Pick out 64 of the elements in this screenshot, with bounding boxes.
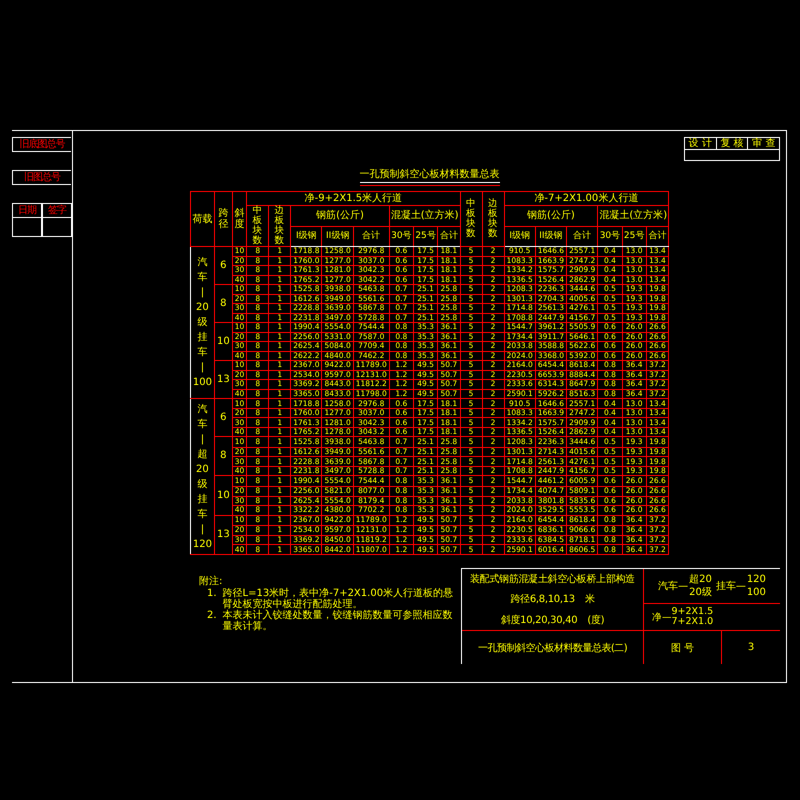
column-header: 钢筋(公斤) (504, 206, 598, 226)
column-header: 跨径 (214, 192, 232, 246)
column-header: 合计 (646, 226, 669, 246)
drawing-title: 一孔预制斜空心板材料数量总表(二) (462, 631, 644, 664)
load-prefix: 汽车— (658, 580, 688, 593)
column-header: II级钢 (535, 226, 567, 246)
load-grade: 100 (746, 586, 766, 599)
load-grade: 20级 (689, 586, 712, 599)
load-class-cell: 汽 车 | 超 20 级 挂 车 | 120 (190, 398, 214, 554)
column-header: 30号 (389, 226, 414, 246)
column-header: 钢筋(公斤) (290, 206, 390, 226)
note-number: 1. (207, 588, 217, 601)
column-header: 净-9+2X1.5米人行道 (246, 192, 460, 206)
column-header: 边板块数 (482, 192, 504, 246)
column-header: II级钢 (322, 226, 354, 246)
stamp-label: 旧图总号 (12, 170, 71, 185)
load-class-cell: 汽 车 | 20 级 挂 车 | 100 (190, 246, 214, 399)
load-prefix: 挂车— (716, 580, 746, 593)
column-header: 中板块数 (246, 206, 269, 246)
column-header: 合计 (566, 226, 598, 246)
drawing-number: 3 (746, 641, 756, 655)
column-header: 25号 (413, 226, 438, 246)
table-cell: 6 (214, 246, 232, 285)
column-header: I级钢 (504, 226, 536, 246)
drawing-number-label: 图 号 (644, 631, 722, 664)
blank-signature-cell (12, 218, 42, 237)
note-text: 本表未计入铰缝处数量，铰缝钢筋数量可参照相应数量表计算。 (222, 610, 454, 632)
skew-list: 斜度10,20,30,40 (500, 612, 578, 627)
table-cell: 10 (214, 476, 232, 516)
deck-width: 9+2X1.5 (672, 607, 714, 617)
deck-prefix: 净— (652, 610, 672, 624)
table-cell: 8 (214, 436, 232, 476)
column-header: 30号 (598, 226, 622, 246)
span-list: 跨径6,8,10,13 (510, 592, 575, 606)
column-header: 混凝土(立方米) (598, 206, 669, 226)
column-header: 25号 (622, 226, 646, 246)
stamp-label: 旧底图总号 (12, 137, 71, 152)
table-cell: 6 (214, 398, 232, 437)
notes-heading: 附注: (199, 574, 222, 588)
column-header: 合计 (353, 226, 390, 246)
stamp-label: 设 计 (685, 138, 717, 150)
deck-width: 7+2X1.0 (672, 617, 714, 627)
column-header: I级钢 (290, 226, 322, 246)
unit-label: (度) (587, 614, 604, 627)
column-header: 边板块数 (268, 206, 291, 246)
column-header: 斜度 (232, 192, 247, 246)
table-cell: 13 (214, 360, 232, 399)
unit-label: 米 (584, 592, 595, 606)
note-number: 2. (207, 610, 217, 623)
column-header: 荷载 (190, 192, 214, 246)
column-header: 中板块数 (460, 192, 482, 246)
table-cell: 10 (214, 322, 232, 361)
note-text: 跨径L=13米时，表中净-7+2X1.00米人行道板的悬臂处板宽按中板进行配筋处理。 (222, 588, 454, 610)
load-grade: 超20 (689, 573, 712, 586)
stamp-label: 签字 (42, 203, 72, 218)
load-grade: 120 (746, 573, 766, 586)
stamp-label: 复 核 (716, 138, 748, 150)
table-cell: 8 (214, 284, 232, 323)
table-title: 一孔预制斜空心板材料数量总表 (360, 167, 500, 183)
column-header: 净-7+2X1.00米人行道 (504, 192, 669, 206)
stamp-label: 日期 (12, 203, 42, 218)
stamp-label: 审 查 (748, 138, 780, 150)
table-cell: 13 (214, 515, 232, 554)
project-title: 装配式钢筋混凝土斜空心板桥上部构造 (470, 572, 635, 586)
